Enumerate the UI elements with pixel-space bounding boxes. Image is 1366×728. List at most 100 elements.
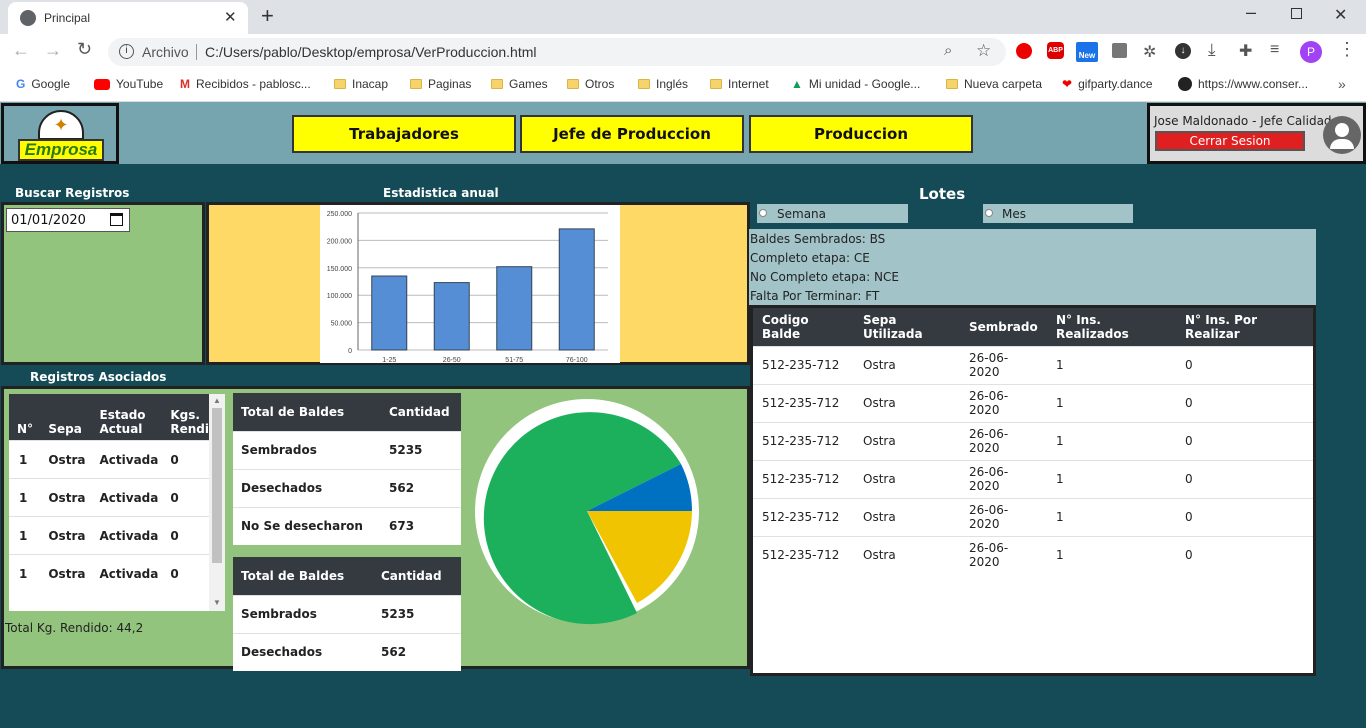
logo-text: Emprosa [18, 139, 104, 161]
star-icon[interactable]: ☆ [976, 41, 991, 61]
scroll-thumb[interactable] [212, 408, 222, 563]
table-row[interactable]: 1 Ostra Activada 0 [9, 478, 209, 517]
reload-icon[interactable]: ↻ [77, 39, 92, 60]
table-row[interactable]: Sembrados 5235 [233, 594, 461, 633]
heart-icon: ❤ [1062, 77, 1073, 91]
bar [558, 228, 595, 351]
bookmark-inacap[interactable]: Inacap [334, 77, 388, 91]
x-tick-label: 26-50 [443, 357, 461, 363]
back-icon[interactable]: ← [12, 40, 30, 61]
drive-icon: ▲ [791, 77, 803, 91]
radio-semana[interactable] [759, 209, 767, 217]
table-row[interactable]: 512-235-712 Ostra 26-06-2020 1 0 [753, 383, 1313, 422]
adblock-icon[interactable]: ABP [1047, 42, 1064, 59]
scroll-down-icon[interactable]: ▼ [213, 598, 221, 607]
date-input[interactable]: 01/01/2020 [6, 208, 130, 232]
table-row[interactable]: 512-235-712 Ostra 26-06-2020 1 0 [753, 535, 1313, 574]
lotes-panel: Codigo Balde Sepa Utilizada Sembrado N° … [750, 305, 1316, 676]
option-semana[interactable]: Semana [757, 204, 908, 223]
lotes-legend: Baldes Sembrados: BS Completo etapa: CE … [749, 229, 1316, 305]
bar [371, 275, 408, 351]
rebel-logo-icon: ✦ [38, 110, 84, 140]
minimize-icon[interactable]: – [1246, 2, 1256, 23]
bookmark-internet[interactable]: Internet [710, 77, 769, 91]
table-row[interactable]: 1 Ostra Activada 0 [9, 516, 209, 555]
forward-icon[interactable]: → [44, 40, 62, 61]
bookmark-google[interactable]: G Google [16, 77, 70, 91]
bookmark-gifparty[interactable]: ❤ gifparty.dance [1062, 77, 1153, 91]
option-mes[interactable]: Mes [983, 204, 1133, 223]
extension-stop-icon[interactable] [1016, 43, 1032, 59]
y-tick-label: 0 [348, 348, 352, 355]
lotes-table: Codigo Balde Sepa Utilizada Sembrado N° … [753, 308, 1313, 574]
x-tick-label: 76-100 [566, 357, 588, 363]
scroll-up-icon[interactable]: ▲ [213, 396, 221, 405]
address-bar[interactable]: i Archivo C:/Users/pablo/Desktop/emprosa… [108, 38, 1006, 66]
y-tick-label: 100.000 [327, 293, 352, 300]
user-avatar-icon[interactable] [1323, 116, 1361, 154]
col-n: N° [9, 394, 43, 441]
nav-jefe-produccion[interactable]: Jefe de Produccion [520, 115, 744, 153]
calendar-icon[interactable] [110, 213, 123, 226]
radio-mes[interactable] [985, 209, 993, 217]
restore-icon[interactable] [1291, 8, 1302, 19]
table-row[interactable]: 512-235-712 Ostra 26-06-2020 1 0 [753, 345, 1313, 384]
table-row[interactable]: No Se desecharon 673 [233, 506, 461, 545]
table-row[interactable]: Desechados 562 [233, 468, 461, 507]
media-icon[interactable]: ≡ [1270, 41, 1279, 59]
registros-title: Registros Asociados [30, 370, 167, 384]
more-bookmarks-icon[interactable]: » [1338, 76, 1346, 92]
bookmark-gmail[interactable]: M Recibidos - pablosc... [180, 77, 311, 91]
bar [433, 282, 470, 351]
menu-dots-icon[interactable]: ⋮ [1338, 39, 1356, 60]
table-row[interactable]: 1 Ostra Activada 0 [9, 554, 209, 593]
profile-avatar[interactable]: P [1300, 41, 1322, 63]
bookmark-games[interactable]: Games [491, 77, 548, 91]
bookmark-conser[interactable]: https://www.conser... [1178, 77, 1308, 91]
url-divider [196, 44, 197, 60]
table-row[interactable]: Desechados 562 [233, 632, 461, 671]
baldes-table-2-wrap: Total de Baldes Cantidad Sembrados 5235 De… [233, 557, 461, 671]
bookmark-otros[interactable]: Otros [567, 77, 614, 91]
bar [496, 266, 533, 351]
logout-button[interactable]: Cerrar Sesion [1155, 131, 1305, 151]
browser-toolbar: ← → ↻ i Archivo C:/Users/pablo/Desktop/e… [0, 34, 1366, 70]
col-sepa: Sepa [42, 394, 94, 441]
bookmark-youtube[interactable]: YouTube [94, 77, 163, 91]
zoom-icon[interactable]: ⌕ [944, 42, 952, 59]
table-row[interactable]: 512-235-712 Ostra 26-06-2020 1 0 [753, 421, 1313, 460]
extension-new-icon[interactable]: New [1076, 42, 1098, 62]
puzzle-icon[interactable]: ✚ [1239, 41, 1252, 61]
table-row[interactable]: Sembrados 5235 [233, 430, 461, 469]
bookmark-paginas[interactable]: Paginas [410, 77, 471, 91]
nav-produccion[interactable]: Produccion [749, 115, 973, 153]
url-prefix: Archivo [142, 44, 189, 60]
folder-icon [410, 79, 422, 89]
bookmark-nueva-carpeta[interactable]: Nueva carpeta [946, 77, 1042, 91]
info-icon[interactable]: i [119, 44, 134, 59]
table-row[interactable]: 1 Ostra Activada 0 [9, 440, 209, 479]
download-icon[interactable]: ⤓ [1208, 40, 1216, 60]
registros-table-wrap: N° Sepa Estado Actual Kgs. Rendi 1 Ostra A… [9, 394, 225, 611]
gear-ext-icon[interactable]: ✲ [1143, 42, 1156, 62]
folder-icon [491, 79, 503, 89]
close-window-icon[interactable]: ✕ [1334, 5, 1347, 25]
table-row[interactable]: 512-235-712 Ostra 26-06-2020 1 0 [753, 497, 1313, 536]
new-tab-icon[interactable]: + [261, 3, 274, 29]
table-row[interactable]: 512-235-712 Ostra 26-06-2020 1 0 [753, 459, 1313, 498]
tab-close-icon[interactable]: ✕ [224, 8, 237, 26]
tab-title: Principal [44, 11, 91, 25]
download-circle-icon[interactable]: ↓ [1175, 43, 1191, 59]
browser-tab[interactable]: Principal ✕ [8, 2, 248, 34]
chart-title: Estadistica anual [383, 186, 499, 200]
logo[interactable]: ✦ Emprosa [1, 103, 119, 164]
folder-icon [946, 79, 958, 89]
user-panel: Jose Maldonado - Jefe Calidad Cerrar Ses… [1147, 103, 1366, 164]
bookmark-ingles[interactable]: Inglés [638, 77, 688, 91]
nav-trabajadores[interactable]: Trabajadores [292, 115, 516, 153]
bookmark-drive[interactable]: ▲ Mi unidad - Google... [791, 77, 920, 91]
cube-icon[interactable] [1112, 43, 1127, 58]
scrollbar[interactable]: ▲ ▼ [209, 394, 225, 611]
baldes-table-1: Total de Baldes Cantidad Sembrados 5235 De… [233, 393, 461, 545]
legend-bs: Baldes Sembrados: BS [750, 232, 886, 246]
